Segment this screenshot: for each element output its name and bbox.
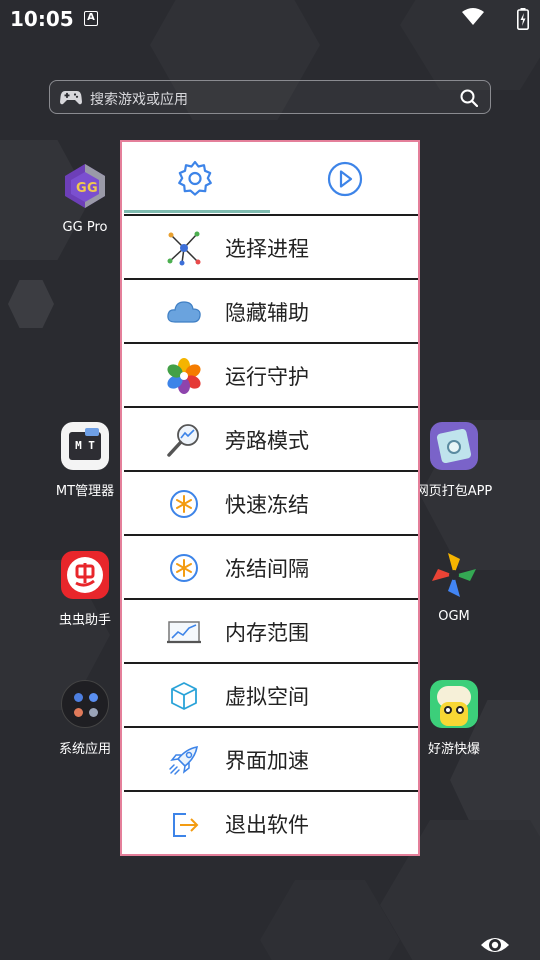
menu-item-label: 选择进程 (225, 237, 309, 261)
notification-badge-icon: A (84, 11, 98, 26)
process-network-icon (167, 231, 201, 266)
flower-icon (167, 358, 201, 394)
menu-item-label: 隐藏辅助 (225, 301, 309, 325)
menu-tabs (122, 142, 418, 214)
menu-item-select-process[interactable]: 选择进程 (124, 214, 418, 278)
menu-item-run-guard[interactable]: 运行守护 (124, 342, 418, 406)
rocket-icon (169, 746, 198, 775)
play-circle-icon (327, 161, 363, 197)
tab-play[interactable] (270, 142, 418, 214)
gamepad-icon (60, 91, 82, 105)
active-tab-indicator (124, 210, 270, 213)
haoyou-icon (430, 680, 478, 728)
menu-item-freeze-interval[interactable]: 冻结间隔 (124, 534, 418, 598)
menu-item-label: 虚拟空间 (225, 685, 309, 709)
menu-item-label: 界面加速 (225, 749, 309, 773)
snowflake-icon (170, 490, 198, 518)
magnifier-chart-icon (167, 424, 199, 457)
status-bar: 10:05 A (0, 0, 540, 36)
floating-tool-menu: 选择进程 隐藏辅助 运行守护 旁路模式 快速冻结 冻结间隔 内存范围 虚拟空间 … (120, 140, 420, 856)
menu-item-label: 运行守护 (225, 365, 309, 389)
status-time: 10:05 (10, 7, 74, 31)
menu-item-label: 旁路模式 (225, 429, 309, 453)
menu-item-label: 内存范围 (225, 621, 309, 645)
cube-icon (171, 682, 197, 710)
menu-item-virtual-space[interactable]: 虚拟空间 (124, 662, 418, 726)
cloud-icon (167, 301, 201, 323)
wifi-icon (462, 8, 484, 25)
menu-item-ui-accelerate[interactable]: 界面加速 (124, 726, 418, 790)
eye-icon[interactable] (480, 934, 510, 956)
memory-chart-icon (167, 621, 201, 644)
mt-icon-text: M T (75, 439, 95, 452)
gear-icon (178, 160, 212, 196)
menu-item-memory-range[interactable]: 内存范围 (124, 598, 418, 662)
mt-manager-icon: M T (61, 422, 109, 470)
menu-item-bypass-mode[interactable]: 旁路模式 (124, 406, 418, 470)
menu-item-label: 退出软件 (225, 813, 309, 837)
ogm-pinwheel-icon (430, 551, 478, 599)
menu-item-exit-app[interactable]: 退出软件 (124, 790, 418, 854)
menu-item-quick-freeze[interactable]: 快速冻结 (124, 470, 418, 534)
menu-item-label: 快速冻结 (225, 493, 309, 517)
exit-icon (173, 813, 199, 837)
snowflake-icon (170, 554, 198, 582)
svg-text:G: G (76, 181, 87, 196)
chongchong-icon (61, 551, 109, 599)
system-apps-folder-icon (61, 680, 109, 728)
web-pack-icon (430, 422, 478, 470)
gg-pro-icon: G G (61, 162, 109, 210)
search-placeholder: 搜索游戏或应用 (90, 92, 188, 108)
search-bar[interactable]: 搜索游戏或应用 (49, 80, 491, 114)
tab-settings[interactable] (122, 142, 270, 214)
battery-icon (517, 8, 529, 30)
search-icon[interactable] (460, 89, 478, 107)
svg-text:G: G (87, 181, 98, 196)
menu-item-label: 冻结间隔 (225, 557, 309, 581)
menu-item-hide-assist[interactable]: 隐藏辅助 (124, 278, 418, 342)
